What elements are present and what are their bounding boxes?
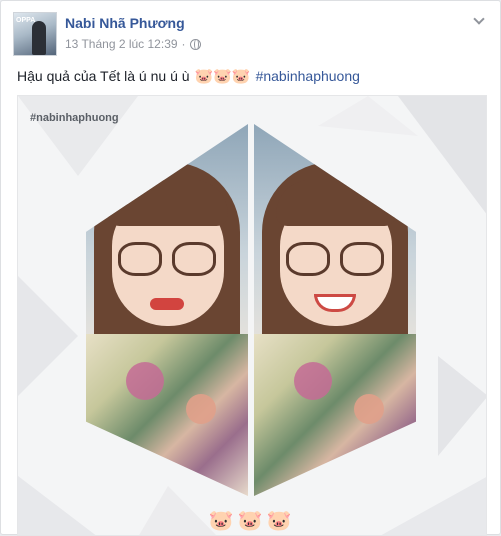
post-text: Hậu quả của Tết là ú nu ú ù 🐷🐷🐷 #nabinha… xyxy=(17,67,360,85)
avatar-figure xyxy=(32,21,46,55)
hashtag-link[interactable]: #nabinhaphuong xyxy=(256,68,360,84)
author-name[interactable]: Nabi Nhã Phương xyxy=(65,15,185,31)
post-card: OPPA Nabi Nhã Phương 13 Tháng 2 lúc 12:3… xyxy=(0,0,501,536)
avatar[interactable]: OPPA xyxy=(13,12,57,56)
photo-watermark: #nabinhaphuong xyxy=(30,112,119,124)
post-body: Hậu quả của Tết là ú nu ú ù xyxy=(17,68,190,84)
post-meta: 13 Tháng 2 lúc 12:39 · xyxy=(65,37,201,51)
photo-pig-emojis: 🐷🐷🐷 xyxy=(208,510,296,532)
chevron-down-icon[interactable] xyxy=(472,13,486,27)
globe-icon[interactable] xyxy=(189,38,201,50)
post-photo[interactable]: #nabinhaphuong 🐷🐷🐷 xyxy=(17,95,487,536)
pig-emojis: 🐷🐷🐷 xyxy=(194,68,251,85)
meta-separator: · xyxy=(181,37,186,51)
post-timestamp[interactable]: 13 Tháng 2 lúc 12:39 xyxy=(65,37,178,51)
